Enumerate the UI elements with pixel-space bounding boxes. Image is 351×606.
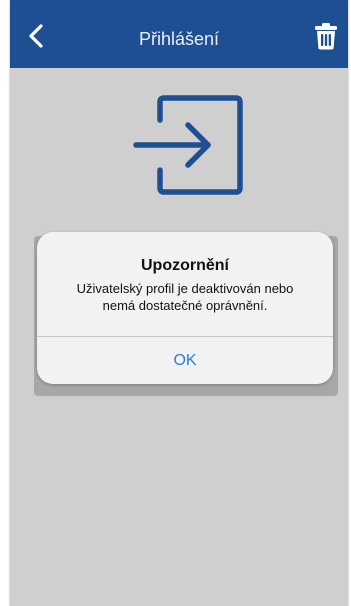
chevron-left-icon <box>29 24 43 48</box>
back-button[interactable] <box>20 19 54 53</box>
nav-bar: Přihlášení <box>10 0 348 68</box>
app-screen: Přihlášení Upozornění Uživatelský profil… <box>10 0 348 606</box>
delete-button[interactable] <box>314 22 338 50</box>
page-title: Přihlášení <box>138 29 220 49</box>
alert-message-line-2: nemá dostatečné oprávnění. <box>102 298 268 313</box>
alert-message-line-1: Uživatelský profil je deaktivován nebo <box>76 281 294 296</box>
alert-title: Upozornění <box>141 257 229 274</box>
trash-icon <box>315 23 337 50</box>
ok-button[interactable]: OK <box>37 337 333 384</box>
alert-message: Uživatelský profil je deaktivován nebo n… <box>55 280 315 314</box>
alert-dialog: Upozornění Uživatelský profil je deaktiv… <box>37 232 333 384</box>
